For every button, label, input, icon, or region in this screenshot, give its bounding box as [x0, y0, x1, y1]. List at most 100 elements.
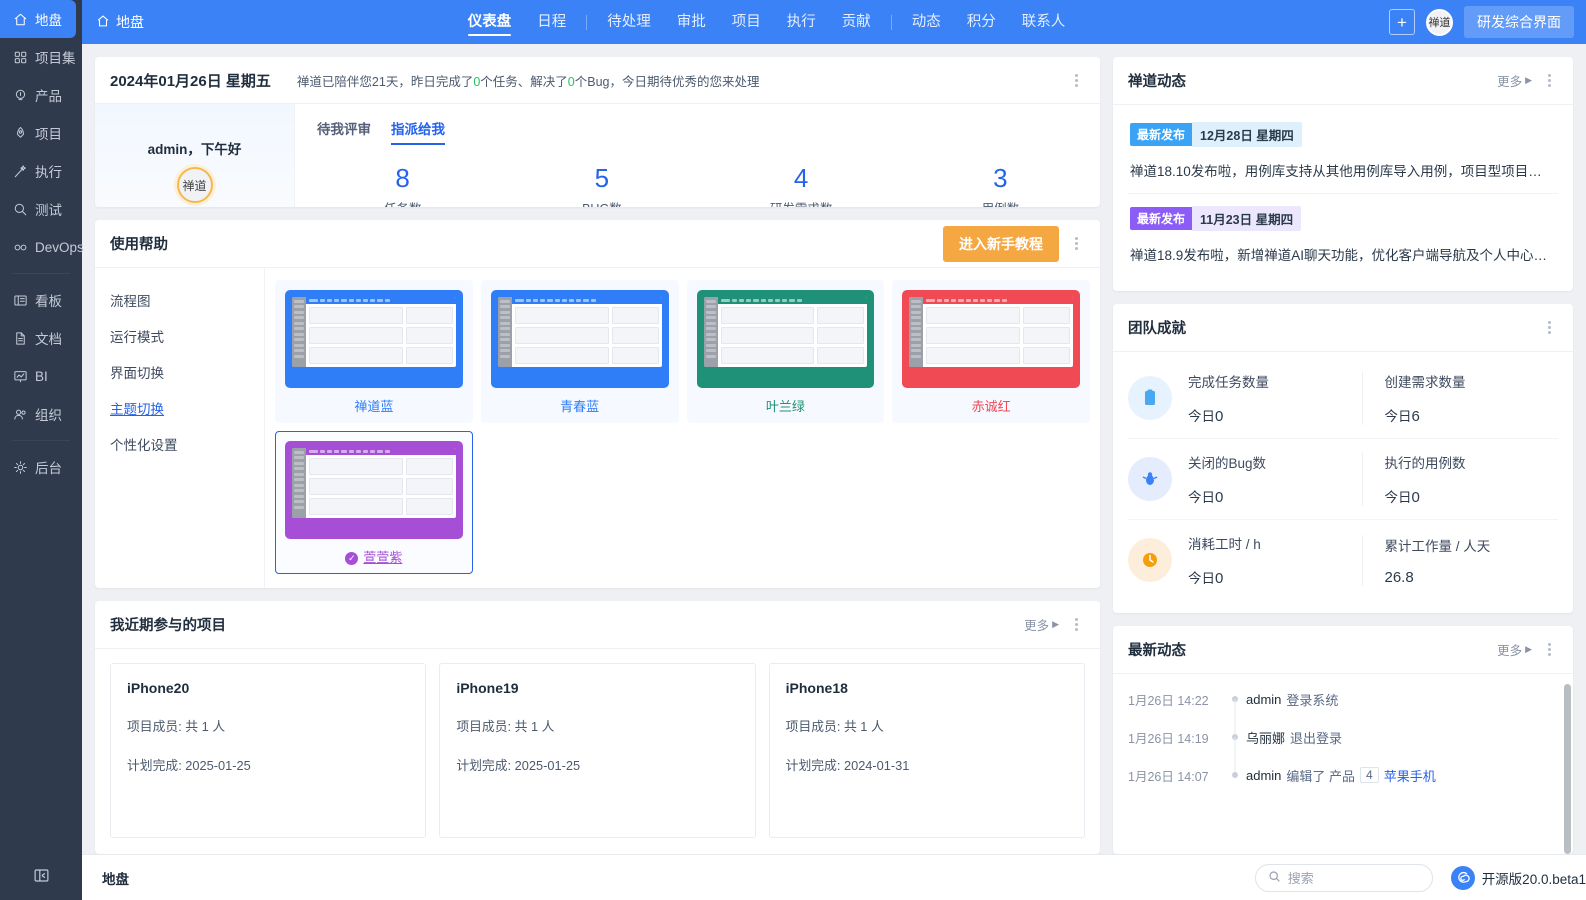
greeting-user-panel: admin，下午好 禅道 [95, 104, 295, 207]
project-name: iPhone20 [127, 680, 190, 696]
help-title: 使用帮助 [110, 237, 168, 253]
activity-menu-button[interactable] [1540, 641, 1558, 658]
activity-list: 1月26日 14:22 admin 登录系统 1月26日 14:19 乌丽娜 退出登录 1月… [1113, 680, 1573, 794]
avatar[interactable]: 禅道 [1426, 8, 1453, 36]
sidebar-item-9[interactable]: BI [0, 357, 82, 395]
projects-menu-button[interactable] [1067, 616, 1085, 633]
greeting-tab-1[interactable]: 指派给我 [391, 118, 445, 145]
theme-card-4[interactable]: ✓ 萱萱紫 [275, 431, 473, 574]
achievement-value: 今日0 [1384, 489, 1420, 506]
activity-more-link[interactable]: 更多 ▶ [1497, 640, 1532, 659]
activity-card: 最新动态 更多 ▶ 1月26日 14:22 admin 登录系统 1月26日 14:1… [1113, 626, 1573, 854]
tab-0[interactable]: 仪表盘 [455, 0, 525, 44]
topnav-divider [890, 14, 892, 30]
activity-scrollbar[interactable] [1564, 684, 1571, 854]
theme-card-3[interactable]: 赤诚红 [892, 280, 1090, 423]
version-label: 开源版20.0.beta1 [1481, 871, 1586, 887]
user-avatar[interactable]: 禅道 [176, 167, 213, 203]
sidebar-item-label: 项目 [35, 127, 62, 142]
tab-8[interactable]: 积分 [954, 0, 1009, 44]
tab-6[interactable]: 贡献 [829, 0, 884, 44]
activity-scroll-area: 1月26日 14:22 admin 登录系统 1月26日 14:19 乌丽娜 退出登录 1月… [1113, 674, 1573, 854]
news-more-link[interactable]: 更多 ▶ [1497, 71, 1532, 90]
tab-7[interactable]: 动态 [899, 0, 954, 44]
project-card-1[interactable]: iPhone19 项目成员: 共 1 人计划完成: 2025-01-25 [439, 663, 756, 838]
projects-more-link[interactable]: 更多 ▶ [1024, 615, 1059, 634]
stat-2[interactable]: 4 研发需求数 [702, 164, 901, 207]
zentao-logo-icon [1450, 865, 1475, 890]
sidebar-item-8[interactable]: 文档 [0, 319, 82, 357]
theme-card-2[interactable]: 叶兰绿 [686, 280, 885, 423]
sidebar-item-3[interactable]: 项目 [0, 114, 82, 152]
search-input[interactable]: 搜索 [1254, 863, 1433, 892]
activity-time: 1月26日 14:07 [1128, 769, 1209, 784]
tab-2[interactable]: 待处理 [594, 0, 664, 44]
news-more-label: 更多 [1497, 75, 1523, 89]
help-menu-item-4[interactable]: 个性化设置 [110, 426, 264, 462]
activity-object-link[interactable]: 苹果手机 [1384, 766, 1436, 785]
search-icon [1268, 870, 1281, 886]
greeting-tab-0[interactable]: 待我评审 [317, 118, 371, 145]
doc-icon [12, 330, 28, 346]
sidebar: 地盘 项目集 产品项目执行测试 DevOps 看板 文档 BI 组织后台 [0, 0, 84, 900]
achievements-menu-button[interactable] [1540, 319, 1558, 336]
activity-user: admin [1246, 767, 1282, 783]
project-card-0[interactable]: iPhone20 项目成员: 共 1 人计划完成: 2025-01-25 [110, 663, 427, 838]
project-card-2[interactable]: iPhone18 项目成员: 共 1 人计划完成: 2024-01-31 [768, 663, 1085, 838]
stat-value: 3 [993, 162, 1008, 193]
greeting-menu-button[interactable] [1067, 72, 1085, 89]
sidebar-item-6[interactable]: DevOps [0, 228, 84, 266]
sidebar-item-1[interactable]: 项目集 [0, 38, 82, 76]
sidebar-item-5[interactable]: 测试 [0, 190, 82, 228]
achievements-card: 团队成就 完成任务数量 今日0 创建需求数量 今日6 关闭的Bug数 今日0 执行的用例数今… [1113, 304, 1573, 613]
theme-card-0[interactable]: 禅道蓝 [275, 280, 473, 423]
sidebar-item-11[interactable]: 后台 [0, 448, 82, 486]
sidebar-item-0[interactable]: 地盘 [0, 0, 76, 38]
help-menu-item-2[interactable]: 界面切换 [110, 354, 264, 390]
achievement-row-1: 关闭的Bug数 今日0 执行的用例数 今日0 [1128, 438, 1558, 519]
news-item-0[interactable]: 最新发布 12月28日 星期四 禅道18.10发布啦，用例库支持从其他用例库导入用例… [1128, 110, 1558, 193]
collapse-panel-icon [33, 867, 50, 887]
activity-row-1[interactable]: 1月26日 14:19 乌丽娜 退出登录 [1113, 718, 1573, 775]
sidebar-item-label: 执行 [35, 165, 62, 180]
news-item-1[interactable]: 最新发布 11月23日 星期四 禅道18.9发布啦，新增禅道AI聊天功能，优化客户端… [1128, 193, 1558, 277]
projects-card: 我近期参与的项目 更多 ▶ iPhone20 项目成员: 共 1 人计划完成: 2… [95, 601, 1100, 854]
sidebar-item-7[interactable]: 看板 [0, 281, 82, 319]
ui-switch-button[interactable]: 研发综合界面 [1464, 6, 1574, 38]
stat-3[interactable]: 3 用例数 [901, 162, 1100, 207]
achievement-left: 关闭的Bug数 今日0 [1184, 452, 1362, 506]
project-members: 项目成员: 共 1 人 [785, 719, 884, 734]
tab-3[interactable]: 审批 [664, 0, 719, 44]
tutorial-button[interactable]: 进入新手教程 [943, 225, 1059, 262]
activity-row-0[interactable]: 1月26日 14:22 admin 登录系统 [1113, 680, 1573, 737]
sidebar-collapse-button[interactable] [0, 854, 82, 900]
greeting-user-text: admin，下午好 [147, 142, 242, 157]
footer: 地盘 搜索 开源版20.0.beta1 [82, 854, 1586, 900]
help-menu-item-3[interactable]: 主题切换 [110, 390, 264, 426]
achievement-right: 创建需求数量 今日6 [1361, 371, 1559, 425]
stat-1[interactable]: 5 BUG数 [502, 164, 701, 207]
help-card: 使用帮助 进入新手教程 流程图 运行模式 界面切换 主题切换 个性化设置 禅道蓝 青春蓝 叶… [95, 220, 1100, 588]
achievement-value: 今日0 [1188, 408, 1224, 425]
theme-cell-2: 叶兰绿 [683, 276, 889, 427]
tab-5[interactable]: 执行 [774, 0, 829, 44]
theme-card-1[interactable]: 青春蓝 [480, 280, 679, 423]
activity-row-2[interactable]: 1月26日 14:07 admin 编辑了 产品 4 苹果手机 [1113, 756, 1573, 794]
help-menu-item-0[interactable]: 流程图 [110, 282, 264, 318]
help-menu-item-1[interactable]: 运行模式 [110, 318, 264, 354]
tab-4[interactable]: 项目 [719, 0, 774, 44]
sidebar-item-10[interactable]: 组织 [0, 395, 82, 433]
help-menu-button[interactable] [1067, 235, 1085, 252]
tab-9[interactable]: 联系人 [1009, 0, 1079, 44]
stat-0[interactable]: 8 任务数 [303, 164, 502, 207]
achievements-header: 团队成就 [1113, 304, 1573, 352]
news-card: 禅道动态 更多 ▶ 最新发布 12月28日 星期四 禅道18.10发布啦，用例库支持… [1113, 57, 1573, 291]
activity-time: 1月26日 14:19 [1128, 731, 1209, 746]
breadcrumb[interactable]: 地盘 [96, 12, 144, 32]
add-button[interactable]: + [1389, 9, 1415, 35]
sidebar-item-2[interactable]: 产品 [0, 76, 82, 114]
news-menu-button[interactable] [1540, 72, 1558, 89]
tab-1[interactable]: 日程 [524, 0, 579, 44]
sidebar-item-4[interactable]: 执行 [0, 152, 82, 190]
main-area: 地盘 仪表盘 日程 待处理 审批 项目 执行 贡献 动态 积分 联系人 + 禅道 研发综合界面 2… [82, 0, 1586, 900]
